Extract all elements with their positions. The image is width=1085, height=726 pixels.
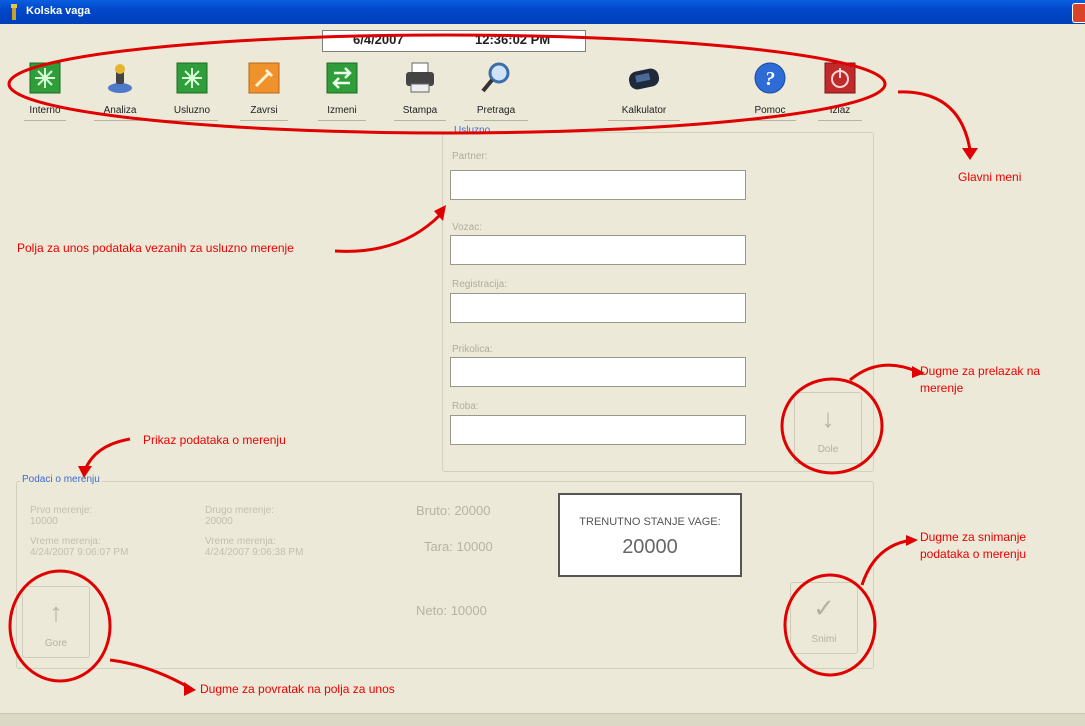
snimi-highlight: [783, 573, 877, 677]
annotation-glavni-meni: Glavni meni: [958, 170, 1022, 184]
prelazak-arrow: [849, 363, 919, 382]
annotation-polja-unos: Polja za unos podataka vezanih za usluzn…: [17, 241, 294, 255]
povratak-arrow: [109, 658, 191, 690]
glavni-meni-arrow: [897, 90, 972, 151]
annotation-overlay: [7, 33, 978, 696]
annotation-snimanje-2: podataka o merenju: [920, 547, 1027, 561]
annotation-prelazak-2: merenje: [920, 381, 964, 395]
toolbar-highlight-ellipse: [7, 33, 887, 135]
annotation-prelazak-1: Dugme za prelazak na: [920, 364, 1041, 378]
dole-highlight: [780, 377, 884, 475]
arrowhead: [78, 466, 92, 478]
annotation-prikaz: Prikaz podataka o merenju: [143, 433, 286, 447]
annotation-povratak: Dugme za povratak na polja za unos: [200, 682, 395, 696]
annotation-snimanje-1: Dugme za snimanje: [920, 530, 1027, 544]
prikaz-arrow: [83, 437, 131, 471]
arrowhead: [962, 148, 978, 160]
polja-arrow: [334, 213, 442, 253]
arrowhead: [906, 535, 918, 546]
gore-highlight: [8, 569, 112, 683]
arrowhead: [184, 682, 196, 696]
snimanje-arrow: [860, 538, 913, 586]
